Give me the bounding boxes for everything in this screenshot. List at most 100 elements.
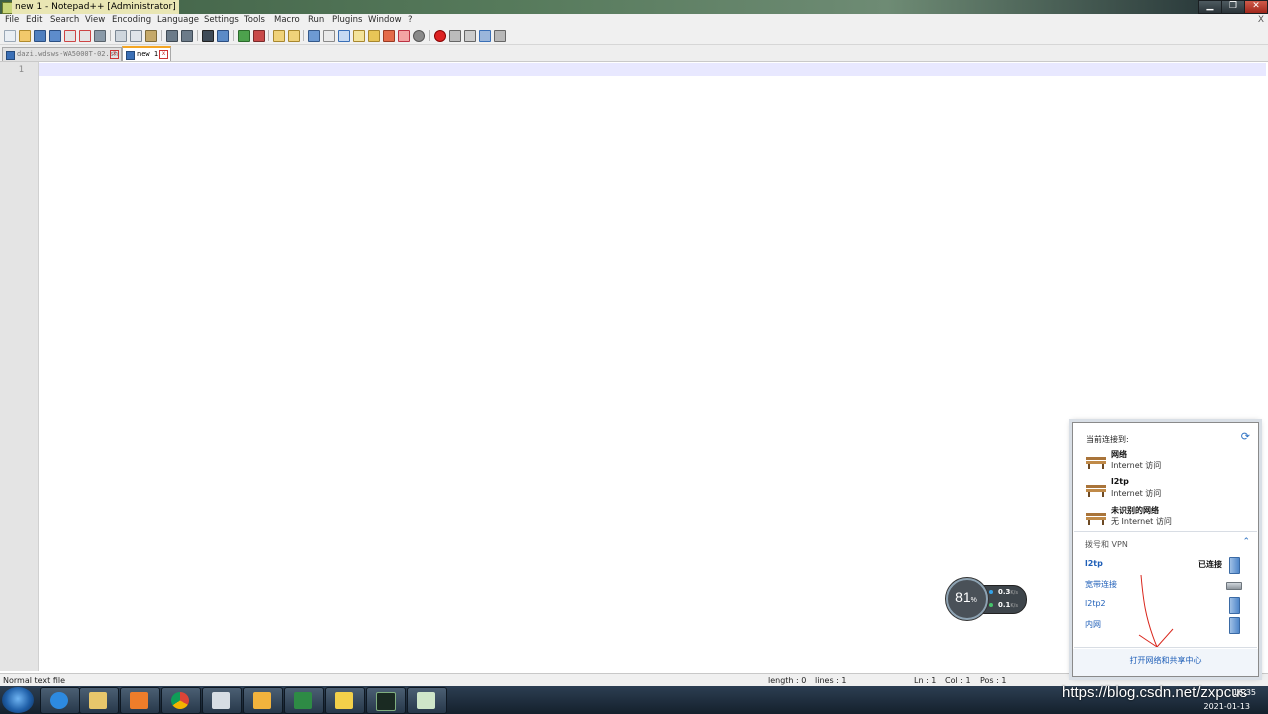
line-number: 1	[18, 65, 24, 75]
line-number-gutter: 1	[0, 62, 39, 671]
cut-icon[interactable]	[115, 30, 127, 42]
stop-macro-icon[interactable]	[449, 30, 461, 42]
menu-view[interactable]: View	[85, 14, 105, 27]
tab-close-icon[interactable]: x	[110, 50, 119, 59]
clock-time[interactable]: 16:35	[1233, 688, 1256, 697]
network-speed-widget[interactable]: 81% 0.3K/s 0.1K/s	[946, 578, 1027, 620]
menu-macro[interactable]: Macro	[274, 14, 300, 27]
upload-dot-icon	[989, 590, 993, 594]
folder-workspace-icon[interactable]	[383, 30, 395, 42]
tab-close-icon[interactable]: x	[159, 50, 168, 59]
open-file-icon[interactable]	[19, 30, 31, 42]
close-all-icon[interactable]	[79, 30, 91, 42]
record-macro-icon[interactable]	[434, 30, 446, 42]
replace-icon[interactable]	[217, 30, 229, 42]
sync-vertical-icon[interactable]	[273, 30, 285, 42]
print-icon[interactable]	[94, 30, 106, 42]
copy-icon[interactable]	[130, 30, 142, 42]
network-status: 无 Internet 访问	[1111, 517, 1172, 526]
close-document-button[interactable]: X	[1258, 14, 1264, 27]
toolbar-separator	[161, 30, 162, 41]
taskbar-excel[interactable]	[284, 687, 324, 714]
save-all-icon[interactable]	[49, 30, 61, 42]
maximize-button[interactable]: ❐	[1221, 0, 1245, 14]
watermark: https://blog.csdn.net/zxpcus	[1062, 684, 1248, 701]
sync-horizontal-icon[interactable]	[288, 30, 300, 42]
start-button[interactable]	[2, 687, 34, 713]
help-icon	[335, 692, 353, 709]
network-item[interactable]: l2tp Internet 访问	[1083, 477, 1248, 503]
doc-map-icon[interactable]	[353, 30, 365, 42]
menu-search[interactable]: Search	[50, 14, 79, 27]
macro-icon[interactable]	[413, 30, 425, 42]
menu-file[interactable]: File	[5, 14, 19, 27]
taskbar-virtualbox[interactable]	[243, 687, 283, 714]
undo-icon[interactable]	[166, 30, 178, 42]
tab-label: dazi.wdsws-WA5000T-02.sh	[17, 50, 119, 58]
zoom-in-icon[interactable]	[238, 30, 250, 42]
new-file-icon[interactable]	[4, 30, 16, 42]
save-macro-icon[interactable]	[494, 30, 506, 42]
current-line-highlight	[39, 63, 1266, 76]
toolbar-separator	[233, 30, 234, 41]
zoom-out-icon[interactable]	[253, 30, 265, 42]
close-button[interactable]: ✕	[1244, 0, 1268, 14]
indent-guide-icon[interactable]	[338, 30, 350, 42]
menu-plugins[interactable]: Plugins	[332, 14, 362, 27]
network-item[interactable]: 未识别的网络 无 Internet 访问	[1083, 505, 1248, 531]
network-bench-icon	[1086, 513, 1106, 525]
find-icon[interactable]	[202, 30, 214, 42]
download-speed: 0.1K/s	[998, 601, 1018, 609]
open-network-center-link[interactable]: 打开网络和共享中心	[1073, 649, 1258, 676]
vpn-name: 内网	[1085, 620, 1101, 629]
menu-tools[interactable]: Tools	[244, 14, 265, 27]
taskbar-help[interactable]	[325, 687, 365, 714]
network-item[interactable]: 网络 Internet 访问	[1083, 449, 1248, 475]
close-icon[interactable]	[64, 30, 76, 42]
network-flyout: 当前连接到: ⟳ 网络 Internet 访问 l2tp Internet 访问…	[1072, 422, 1259, 677]
saved-file-icon	[126, 51, 135, 60]
run-multiple-macro-icon[interactable]	[479, 30, 491, 42]
play-macro-icon[interactable]	[464, 30, 476, 42]
tab-bar: dazi.wdsws-WA5000T-02.sh x new 1 x	[0, 45, 1268, 62]
taskbar-chrome[interactable]	[161, 687, 201, 714]
menu-window[interactable]: Window	[368, 14, 402, 27]
function-list-icon[interactable]	[368, 30, 380, 42]
chrome-icon	[171, 692, 189, 709]
taskbar-terminal[interactable]	[366, 687, 406, 714]
taskbar-media[interactable]	[120, 687, 160, 714]
clock-date[interactable]: 2021-01-13	[1204, 702, 1251, 711]
tab-dazi-sh[interactable]: dazi.wdsws-WA5000T-02.sh x	[2, 47, 122, 61]
tab-new-1[interactable]: new 1 x	[122, 46, 171, 61]
word-wrap-icon[interactable]	[308, 30, 320, 42]
menu-help[interactable]: ?	[408, 14, 413, 27]
menu-edit[interactable]: Edit	[26, 14, 42, 27]
vpn-name: l2tp2	[1085, 599, 1106, 608]
minimize-button[interactable]: ▁	[1198, 0, 1222, 14]
vpn-icon	[1229, 617, 1240, 634]
show-all-chars-icon[interactable]	[323, 30, 335, 42]
network-bench-icon	[1086, 485, 1106, 497]
collapse-caret-icon[interactable]: ⌃	[1242, 537, 1250, 547]
taskbar-explorer[interactable]	[79, 687, 119, 714]
redo-icon[interactable]	[181, 30, 193, 42]
toolbar-separator	[303, 30, 304, 41]
paste-icon[interactable]	[145, 30, 157, 42]
download-dot-icon	[989, 603, 993, 607]
refresh-icon[interactable]: ⟳	[1241, 430, 1250, 443]
usage-percent: 81%	[955, 589, 977, 605]
modem-icon	[1226, 582, 1242, 590]
toolbar-separator	[197, 30, 198, 41]
taskbar-task-manager[interactable]	[407, 687, 447, 714]
dialup-vpn-header: 拨号和 VPN	[1085, 540, 1128, 549]
menu-settings[interactable]: Settings	[204, 14, 239, 27]
save-icon[interactable]	[34, 30, 46, 42]
menu-run[interactable]: Run	[308, 14, 324, 27]
menu-language[interactable]: Language	[157, 14, 199, 27]
window-title: new 1 - Notepad++ [Administrator]	[12, 0, 179, 14]
taskbar-remote-desktop[interactable]	[202, 687, 242, 714]
task-manager-icon	[417, 692, 435, 709]
monitoring-icon[interactable]	[398, 30, 410, 42]
menu-encoding[interactable]: Encoding	[112, 14, 151, 27]
taskbar-ie[interactable]	[40, 687, 80, 714]
